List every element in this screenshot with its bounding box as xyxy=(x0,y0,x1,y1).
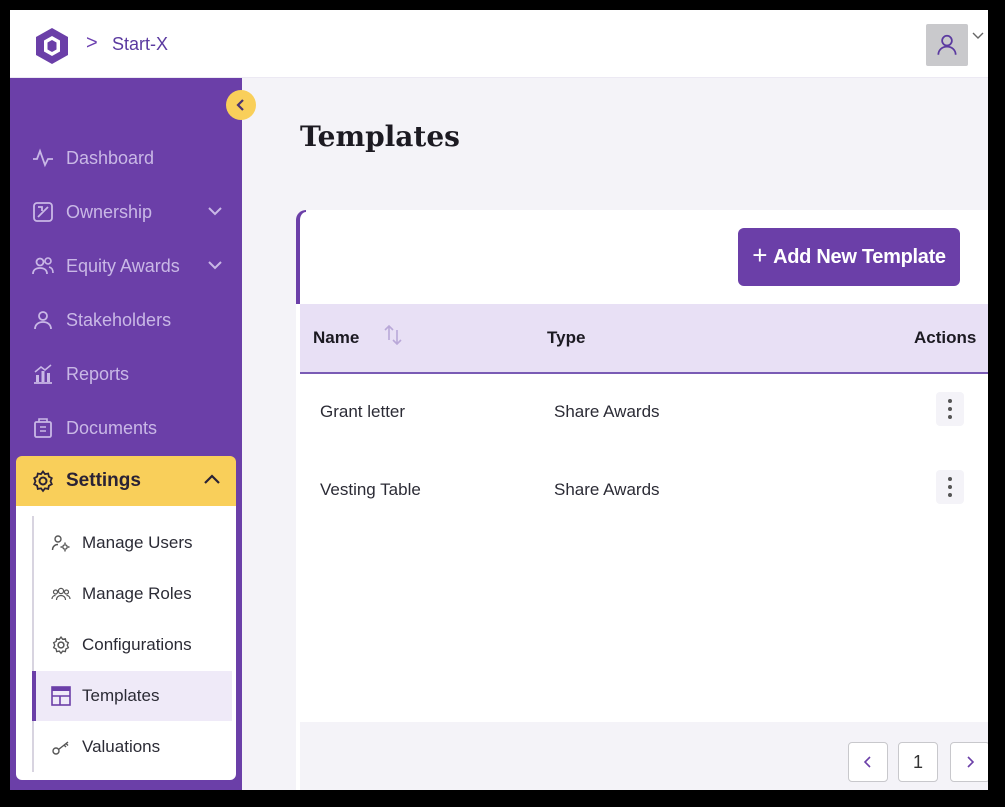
users-icon xyxy=(30,253,56,279)
add-button-label: Add New Template xyxy=(773,245,946,268)
card-accent xyxy=(296,210,306,304)
row-actions-menu-icon[interactable] xyxy=(936,470,964,504)
gear-icon xyxy=(30,468,56,494)
cell-name: Vesting Table xyxy=(320,480,421,499)
sidebar-item-label: Valuations xyxy=(82,737,161,756)
sidebar-item-label: Equity Awards xyxy=(66,255,180,276)
sidebar-item-documents[interactable]: Documents xyxy=(10,406,242,450)
sidebar-item-label: Ownership xyxy=(66,201,153,222)
sidebar-item-configurations[interactable]: Configurations xyxy=(34,620,234,670)
chevron-up-icon xyxy=(202,470,222,496)
chevron-left-icon xyxy=(236,99,244,111)
page-title: Templates xyxy=(300,120,460,153)
gear-icon xyxy=(50,634,72,656)
cell-type: Share Awards xyxy=(554,480,660,499)
activity-icon xyxy=(30,145,56,171)
sidebar-item-label: Documents xyxy=(66,417,158,438)
documents-icon xyxy=(30,415,56,441)
sidebar-item-manage-users[interactable]: Manage Users xyxy=(34,518,234,568)
chevron-down-icon[interactable] xyxy=(972,28,984,44)
collapse-sidebar-button[interactable] xyxy=(226,90,256,120)
user-avatar-button[interactable] xyxy=(926,24,968,66)
row-actions-menu-icon[interactable] xyxy=(936,392,964,426)
plus-icon: + xyxy=(752,240,768,270)
column-header-type: Type xyxy=(547,328,586,347)
sidebar-item-label: Settings xyxy=(66,470,141,491)
sidebar-item-label: Dashboard xyxy=(66,147,155,168)
ownership-icon xyxy=(30,199,56,225)
sidebar-item-dashboard[interactable]: Dashboard xyxy=(10,136,242,180)
chevron-down-icon xyxy=(206,256,224,279)
table-row: Vesting Table Share Awards xyxy=(300,452,988,530)
sidebar-item-manage-roles[interactable]: Manage Roles xyxy=(34,569,234,619)
sidebar-item-label: Stakeholders xyxy=(66,309,172,330)
sidebar-item-equity-awards[interactable]: Equity Awards xyxy=(10,244,242,288)
sidebar-item-stakeholders[interactable]: Stakeholders xyxy=(10,298,242,342)
breadcrumb-separator: > xyxy=(86,32,98,54)
user-gear-icon xyxy=(50,532,72,554)
sort-icon[interactable] xyxy=(383,322,403,348)
add-new-template-button[interactable]: + Add New Template xyxy=(738,228,960,286)
table-header: Name Type Actions xyxy=(300,304,988,374)
sidebar-item-valuations[interactable]: Valuations xyxy=(34,722,234,772)
settings-submenu: Manage Users Manage Roles Configurations… xyxy=(16,506,236,780)
sidebar-item-ownership[interactable]: Ownership xyxy=(10,190,242,234)
pagination-page-button[interactable]: 1 xyxy=(898,742,938,782)
user-icon xyxy=(937,34,957,55)
app-window: > Start-X Dashboard Ownership Equity Awa… xyxy=(10,10,988,790)
chevron-down-icon xyxy=(206,202,224,225)
cell-name: Grant letter xyxy=(320,402,406,421)
sidebar-item-label: Configurations xyxy=(82,635,192,654)
column-header-name[interactable]: Name xyxy=(313,324,402,348)
sidebar-item-templates[interactable]: Templates xyxy=(32,671,232,721)
table-footer: 1 xyxy=(300,722,988,790)
sidebar: Dashboard Ownership Equity Awards Stakeh… xyxy=(10,78,242,790)
key-icon xyxy=(50,736,72,758)
cell-type: Share Awards xyxy=(554,402,660,421)
breadcrumb-company[interactable]: Start-X xyxy=(112,34,168,55)
table-row: Grant letter Share Awards xyxy=(300,374,988,452)
person-icon xyxy=(30,307,56,333)
app-logo-icon[interactable] xyxy=(32,26,72,66)
column-header-actions: Actions xyxy=(914,328,977,347)
sidebar-item-label: Manage Users xyxy=(82,533,193,552)
sidebar-item-label: Templates xyxy=(82,686,160,705)
sidebar-item-settings[interactable]: Settings xyxy=(16,456,236,506)
template-icon xyxy=(50,685,72,707)
chevron-right-icon xyxy=(967,756,975,768)
sidebar-item-label: Manage Roles xyxy=(82,584,192,603)
chevron-left-icon xyxy=(863,756,871,768)
sidebar-item-label: Reports xyxy=(66,363,130,384)
pagination-next-button[interactable] xyxy=(950,742,988,782)
sidebar-item-reports[interactable]: Reports xyxy=(10,352,242,396)
group-icon xyxy=(50,583,72,605)
top-bar: > Start-X xyxy=(10,10,988,78)
chart-icon xyxy=(30,361,56,387)
pagination-prev-button[interactable] xyxy=(848,742,888,782)
